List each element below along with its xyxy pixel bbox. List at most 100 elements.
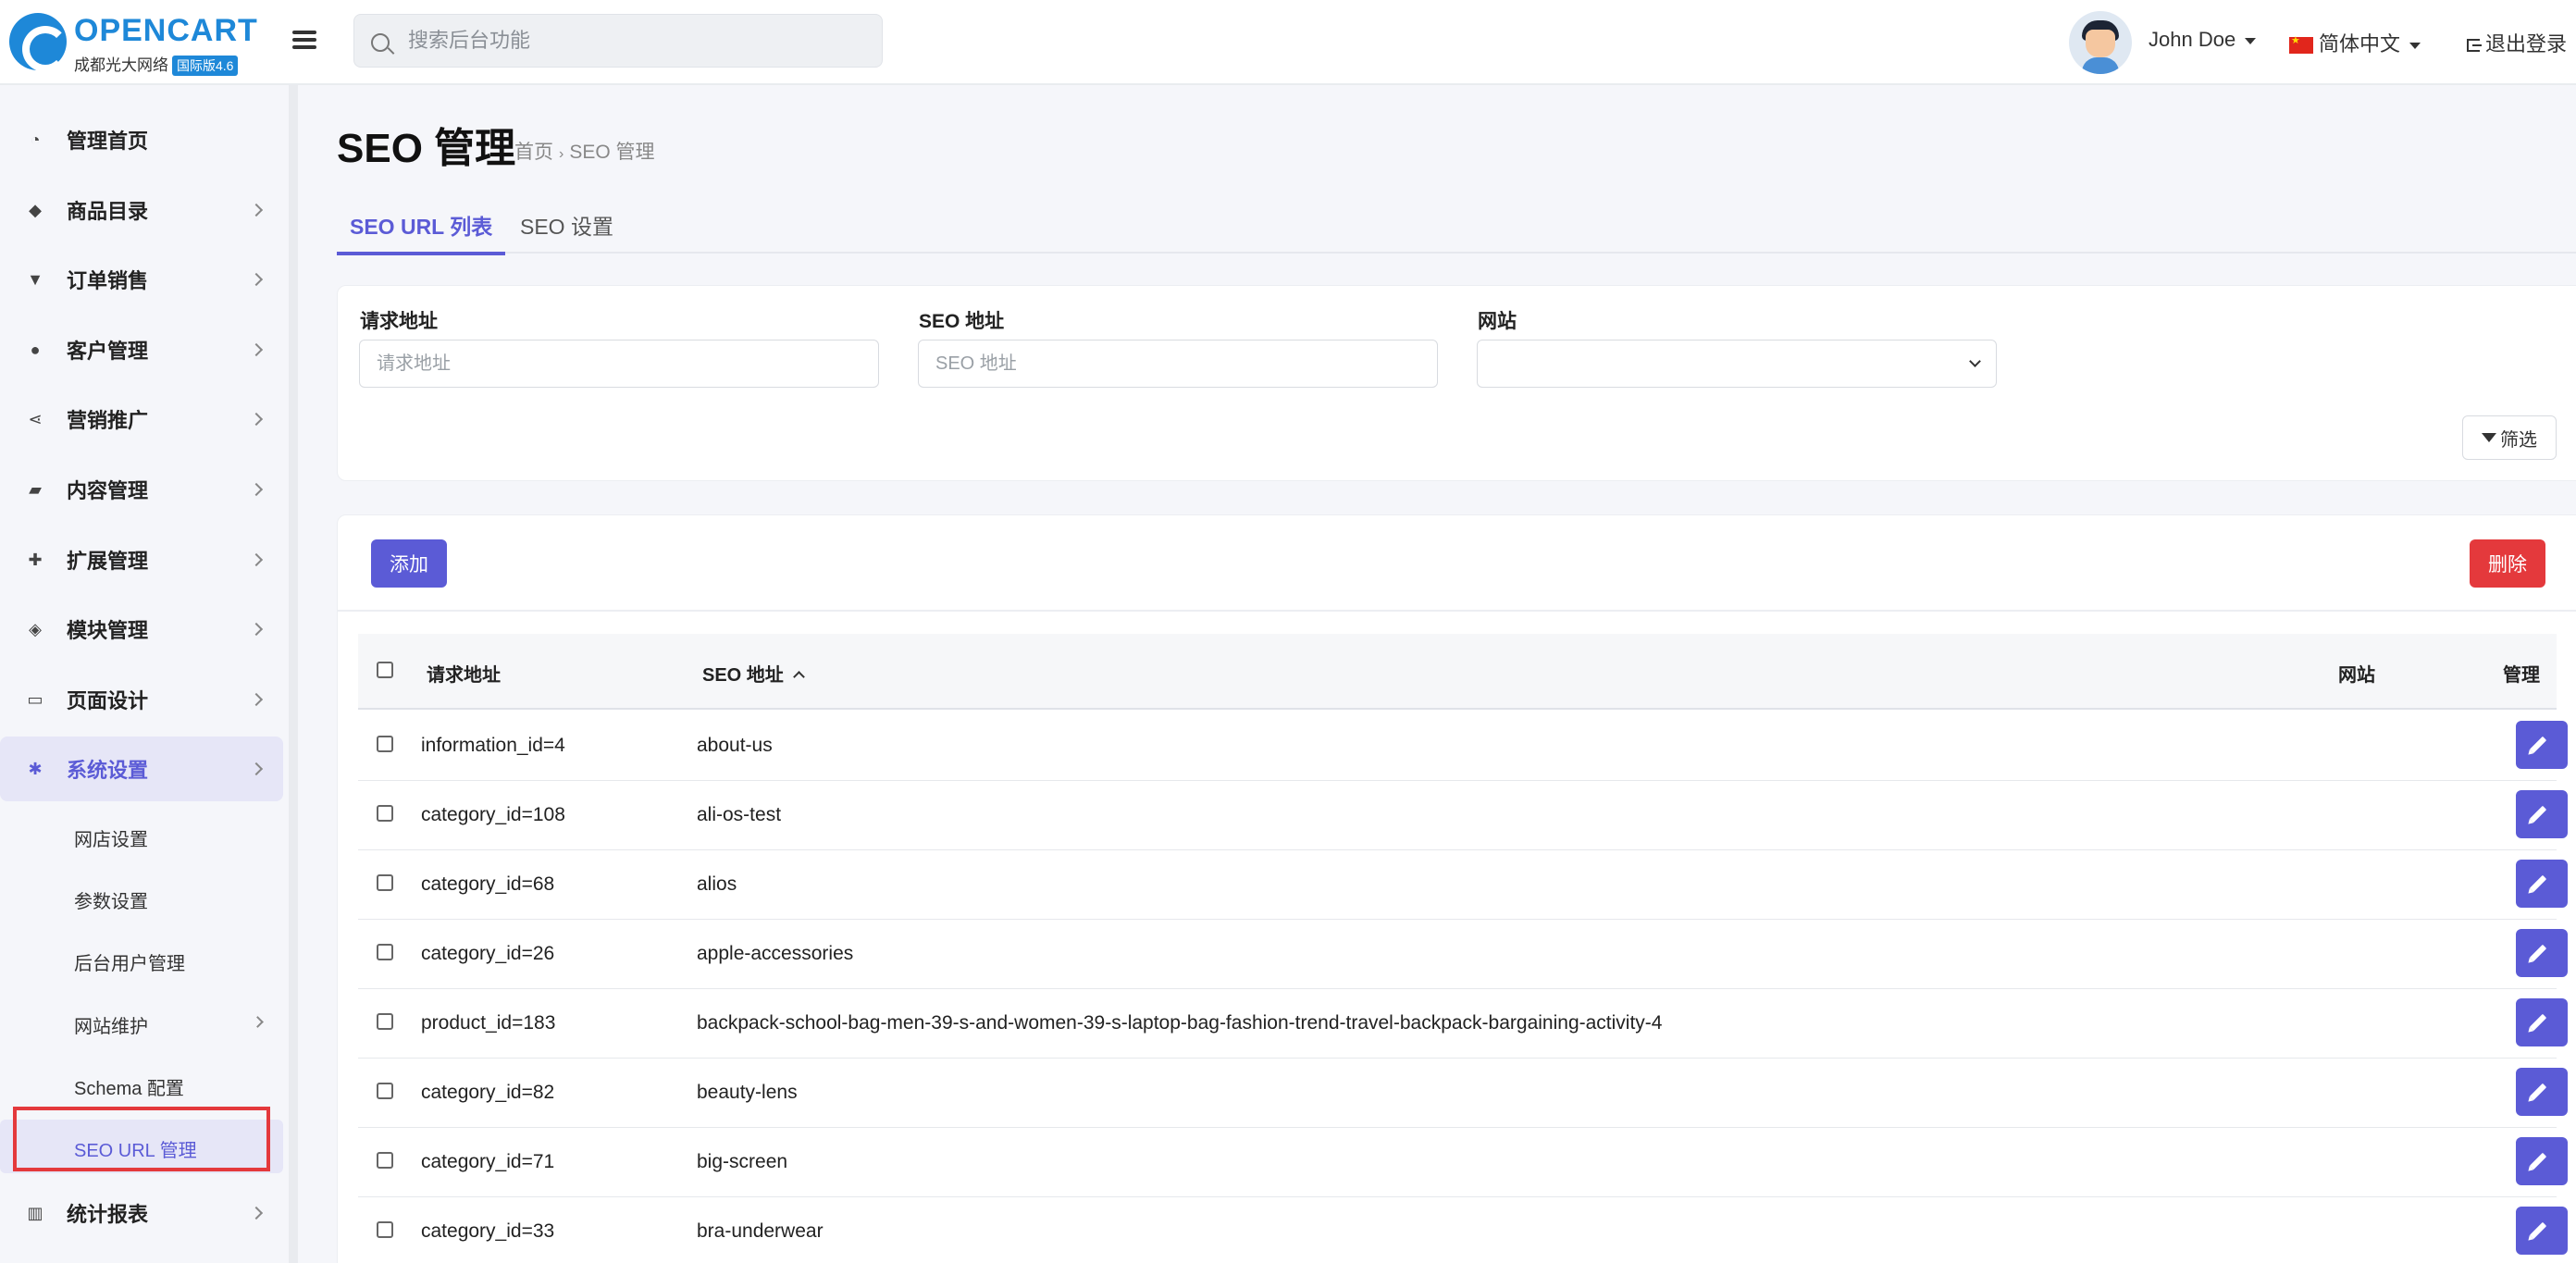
- pencil-icon: [2529, 944, 2547, 962]
- row-checkbox[interactable]: [377, 805, 393, 822]
- logout-label: 退出登录: [2485, 32, 2568, 56]
- chevron-right-icon: [249, 692, 264, 707]
- monitor-icon: ▭: [27, 689, 43, 709]
- keyword-filter-label: 请求地址: [360, 311, 438, 332]
- table-row: information_id=4 about-us: [358, 712, 2568, 781]
- chevron-right-icon: [249, 482, 264, 497]
- cube-icon: ◈: [29, 619, 42, 638]
- sidebar-item-reports[interactable]: ▥ 统计报表: [0, 1181, 283, 1245]
- share-icon: ⋖: [28, 409, 43, 428]
- sidebar-item-catalog[interactable]: ◆ 商品目录: [0, 178, 283, 242]
- edit-button[interactable]: [2516, 998, 2568, 1046]
- china-flag-icon: [2289, 34, 2313, 55]
- user-menu[interactable]: John Doe: [2149, 28, 2257, 52]
- seo-filter-input[interactable]: [918, 340, 1438, 388]
- sidebar-item-modules[interactable]: ◈ 模块管理: [0, 597, 283, 662]
- caret-down-icon: [2245, 37, 2257, 44]
- user-icon: ●: [30, 340, 41, 359]
- chevron-right-icon: [249, 272, 264, 287]
- chevron-right-icon: [249, 412, 264, 427]
- sidebar-sub-parameters[interactable]: 参数设置: [0, 871, 283, 924]
- logout-link[interactable]: 退出登录: [2467, 28, 2567, 57]
- delete-button[interactable]: 删除: [2470, 539, 2545, 588]
- user-avatar[interactable]: [2069, 11, 2132, 74]
- edit-button[interactable]: [2516, 1068, 2568, 1116]
- edit-button[interactable]: [2516, 790, 2568, 838]
- row-checkbox[interactable]: [377, 1013, 393, 1030]
- version-badge: 国际版4.6: [172, 56, 239, 76]
- bar-chart-icon: ▥: [27, 1203, 43, 1222]
- row-keyword: ali-os-test: [697, 804, 782, 825]
- list-toolbar: 添加 删除: [338, 515, 2576, 612]
- tab-bar: SEO URL 列表 SEO 设置: [337, 205, 2576, 255]
- column-header-key[interactable]: 请求地址: [427, 660, 501, 687]
- add-button[interactable]: 添加: [371, 539, 447, 588]
- filter-panel: 请求地址 SEO 地址 网站 筛选: [337, 285, 2576, 481]
- sidebar-sub-store-settings[interactable]: 网店设置: [0, 809, 283, 862]
- table-row: category_id=26 apple-accessories: [358, 920, 2568, 989]
- row-keyword: apple-accessories: [697, 943, 854, 964]
- sidebar-item-label: 模块管理: [67, 619, 149, 642]
- search-input[interactable]: [408, 15, 871, 67]
- pencil-icon: [2529, 874, 2547, 893]
- edit-button[interactable]: [2516, 1207, 2568, 1255]
- row-checkbox[interactable]: [377, 1083, 393, 1099]
- chevron-right-icon: [249, 1206, 264, 1220]
- store-filter-select[interactable]: [1477, 340, 1997, 388]
- filter-button[interactable]: 筛选: [2462, 415, 2557, 460]
- edit-button[interactable]: [2516, 929, 2568, 977]
- dashboard-icon: ◔: [30, 130, 41, 149]
- hamburger-menu-icon[interactable]: [292, 28, 316, 52]
- user-name: John Doe: [2149, 28, 2236, 51]
- sidebar-item-system[interactable]: ✱ 系统设置: [0, 737, 283, 801]
- column-header-action: 管理: [2503, 665, 2540, 686]
- row-checkbox[interactable]: [377, 1152, 393, 1169]
- sidebar-item-marketing[interactable]: ⋖ 营销推广: [0, 387, 283, 452]
- sidebar-sub-schema[interactable]: Schema 配置: [0, 1058, 283, 1111]
- top-header: OPENCART 成都光大网络国际版4.6 John Doe 简体中文 退出登录: [0, 0, 2576, 85]
- row-checkbox[interactable]: [377, 874, 393, 891]
- gear-icon: ✱: [28, 759, 43, 778]
- select-all-checkbox[interactable]: [377, 662, 393, 678]
- column-header-keyword-label: SEO 地址: [702, 665, 784, 686]
- row-checkbox[interactable]: [377, 1221, 393, 1238]
- cart-icon: ▼: [27, 269, 43, 289]
- language-label: 简体中文: [2319, 32, 2401, 56]
- chevron-right-icon: [249, 762, 264, 776]
- sidebar-sub-admin-users[interactable]: 后台用户管理: [0, 933, 283, 986]
- row-key: product_id=183: [421, 1012, 556, 1034]
- row-keyword: backpack-school-bag-men-39-s-and-women-3…: [697, 1012, 1663, 1034]
- sidebar-item-content[interactable]: ▰ 内容管理: [0, 457, 283, 522]
- column-header-keyword[interactable]: SEO 地址: [702, 660, 805, 687]
- row-checkbox[interactable]: [377, 944, 393, 960]
- edit-button[interactable]: [2516, 721, 2568, 769]
- row-key: category_id=82: [421, 1082, 555, 1103]
- language-selector[interactable]: 简体中文: [2289, 28, 2421, 57]
- book-icon: ▰: [29, 479, 42, 499]
- row-checkbox[interactable]: [377, 736, 393, 752]
- edit-button[interactable]: [2516, 1137, 2568, 1185]
- tab-seo-settings[interactable]: SEO 设置: [507, 205, 626, 254]
- sidebar-item-extensions[interactable]: ✚ 扩展管理: [0, 527, 283, 592]
- edit-button[interactable]: [2516, 860, 2568, 908]
- table-row: category_id=68 alios: [358, 850, 2568, 920]
- sidebar-item-label: 管理首页: [67, 130, 149, 153]
- opencart-logo[interactable]: OPENCART 成都光大网络 国际版4.6: [9, 11, 257, 76]
- sidebar-sub-label: 网站维护: [74, 1017, 148, 1037]
- sidebar-item-customers[interactable]: ● 客户管理: [0, 317, 283, 382]
- search-box: [353, 14, 883, 68]
- logo-name: OPENCART: [74, 13, 258, 48]
- sidebar-item-label: 商品目录: [67, 200, 149, 223]
- tab-seo-url-list[interactable]: SEO URL 列表: [337, 205, 506, 255]
- sidebar-item-sales[interactable]: ▼ 订单销售: [0, 247, 283, 312]
- pencil-icon: [2529, 736, 2547, 754]
- sidebar-sub-label: 网店设置: [74, 830, 148, 850]
- sort-ascending-icon: [792, 671, 805, 683]
- sidebar-sub-maintenance[interactable]: 网站维护: [0, 996, 283, 1049]
- breadcrumb-home[interactable]: 首页: [514, 142, 553, 163]
- chevron-right-icon: [249, 552, 264, 567]
- sidebar-item-dashboard[interactable]: ◔ 管理首页: [0, 107, 283, 172]
- column-header-store[interactable]: 网站: [2338, 660, 2375, 687]
- sidebar-item-design[interactable]: ▭ 页面设计: [0, 667, 283, 732]
- keyword-filter-input[interactable]: [359, 340, 879, 388]
